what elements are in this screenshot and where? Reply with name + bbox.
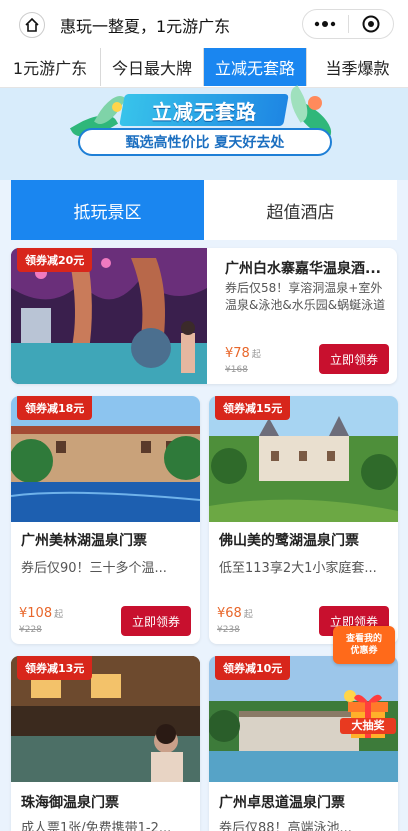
claim-coupon-button[interactable]: 立即领券 (121, 606, 191, 636)
product-card[interactable]: 领券减10元 广州卓思道温泉门票 券后仅88！高端泳池... (209, 656, 398, 831)
product-name: 珠海御温泉门票 (21, 795, 119, 811)
float-coupon-line1: 查看我的 (345, 634, 382, 644)
product-price: ¥108 起 (19, 606, 64, 621)
tab-instant-discount[interactable]: 立减无套路 (204, 48, 306, 86)
coupon-badge: 领券减18元 (17, 396, 93, 420)
original-price: ¥228 (19, 625, 42, 635)
top-bar: 惠玩一整夏，1元游广东 (0, 0, 408, 48)
flower-decoration (112, 102, 122, 112)
float-coupon-line2: 优惠券 (350, 646, 378, 656)
original-price: ¥168 (225, 365, 248, 375)
product-desc: 成人票1张/免费携带1-2... (21, 821, 172, 831)
product-card[interactable]: 领券减18元 广州美林湖温泉门票 券后仅90！三十多个温... ¥108 起 ¥2… (11, 396, 200, 644)
mini-program-close-icon (362, 15, 380, 33)
coupon-badge: 领券减10元 (215, 656, 291, 680)
lottery-label: 大抽奖 (340, 718, 396, 734)
mini-program-capsule (302, 9, 394, 39)
product-card[interactable]: 领券减20元 广州白水寨嘉华温泉酒... 券后仅58！享溶洞温泉+室外温泉&泳池… (11, 248, 397, 384)
coupon-badge: 领券减13元 (17, 656, 93, 680)
product-desc: 券后仅88！高端泳池... (219, 821, 352, 831)
product-price: ¥68 起 (217, 606, 253, 621)
home-icon (25, 17, 39, 32)
tab-seasonal-hot[interactable]: 当季爆款 (307, 48, 408, 86)
product-card[interactable]: 领券减13元 珠海御温泉门票 成人票1张/免费携带1-2... (11, 656, 200, 831)
coupon-badge: 领券减20元 (17, 248, 93, 272)
category-scenic[interactable]: 抵玩景区 (11, 180, 204, 240)
product-price: ¥78 起 (225, 346, 261, 361)
banner-subtitle: 甄选高性价比 夏天好去处 (78, 128, 332, 156)
product-name: 广州白水寨嘉华温泉酒... (225, 261, 381, 277)
original-price: ¥238 (217, 625, 240, 635)
category-hotel[interactable]: 超值酒店 (204, 180, 397, 240)
product-desc: 低至113享2大1小家庭套... (219, 561, 377, 576)
tab-1yuan[interactable]: 1元游广东 (0, 48, 100, 86)
top-tabs: 1元游广东 今日最大牌 立减无套路 当季爆款 (0, 48, 408, 88)
tab-top-brand[interactable]: 今日最大牌 (101, 48, 203, 86)
category-switch: 抵玩景区 超值酒店 (11, 180, 397, 240)
more-button[interactable] (303, 10, 348, 38)
coupon-badge: 领券减15元 (215, 396, 291, 420)
lottery-float-button[interactable]: 大抽奖 (340, 684, 396, 742)
banner-title: 立减无套路 (119, 94, 289, 126)
home-button[interactable] (19, 12, 45, 38)
product-desc: 券后仅58！享溶洞温泉+室外温泉&泳池&水乐园&蜗蜒泳道 (225, 281, 386, 312)
my-coupons-float-button[interactable]: 查看我的 优惠券 (333, 626, 395, 664)
promo-banner: 立减无套路 甄选高性价比 夏天好去处 (0, 85, 408, 180)
more-dots-icon (315, 21, 336, 27)
product-name: 佛山美的鹭湖温泉门票 (219, 533, 359, 549)
product-card[interactable]: 领券减15元 佛山美的鹭湖温泉门票 低至113享2大1小家庭套... ¥68 起 … (209, 396, 398, 644)
page-title: 惠玩一整夏，1元游广东 (60, 17, 231, 36)
product-name: 广州美林湖温泉门票 (21, 533, 147, 549)
close-button[interactable] (348, 10, 393, 38)
product-name: 广州卓思道温泉门票 (219, 795, 345, 811)
claim-coupon-button[interactable]: 立即领券 (319, 344, 389, 374)
product-desc: 券后仅90！三十多个温... (21, 561, 167, 576)
flower-decoration (308, 96, 322, 110)
